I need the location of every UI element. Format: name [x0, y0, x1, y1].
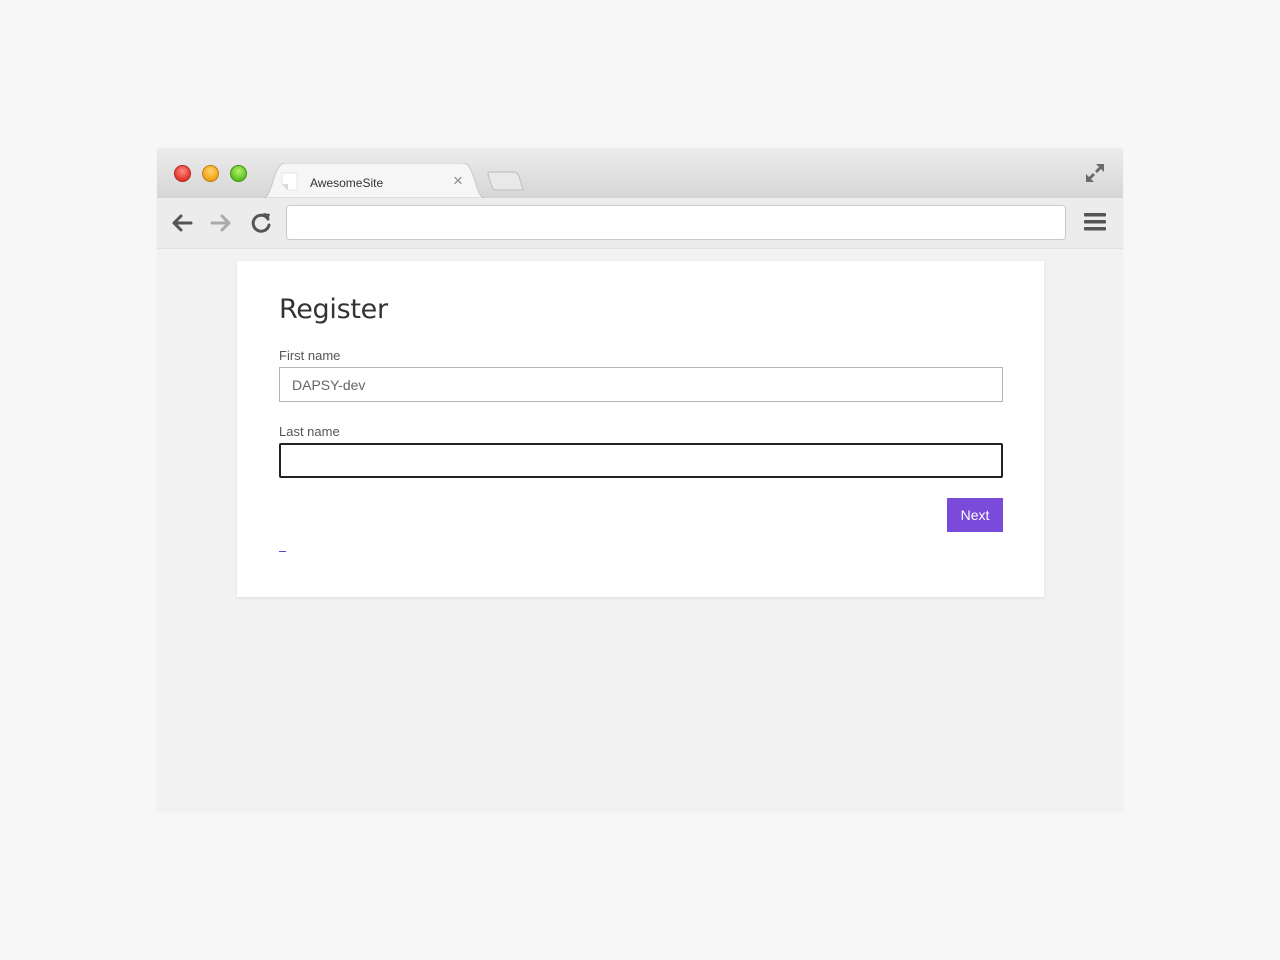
tab-close-icon[interactable]: ×: [453, 172, 463, 189]
page-title: Register: [279, 294, 388, 325]
tab-awesomesite[interactable]: AwesomeSite ×: [263, 163, 485, 198]
browser-titlebar: AwesomeSite ×: [157, 148, 1123, 198]
browser-window: AwesomeSite × Register First name DAPSY-…: [157, 148, 1123, 812]
reload-icon[interactable]: [248, 210, 274, 236]
minimize-window-button[interactable]: [202, 165, 219, 182]
tab-title: AwesomeSite: [310, 176, 384, 190]
page-favicon-icon: [281, 172, 298, 191]
fullscreen-expand-icon[interactable]: [1084, 162, 1106, 184]
forward-arrow-icon[interactable]: [208, 210, 234, 236]
close-window-button[interactable]: [174, 165, 191, 182]
last-name-field[interactable]: [279, 443, 1003, 478]
register-card: Register First name Last name Next: [237, 261, 1044, 597]
small-link[interactable]: [279, 551, 286, 552]
new-tab-button[interactable]: [487, 170, 525, 192]
back-arrow-icon[interactable]: [169, 210, 195, 236]
browser-toolbar: [157, 198, 1123, 249]
first-name-label: First name: [279, 348, 341, 363]
next-button[interactable]: Next: [947, 498, 1003, 532]
maximize-window-button[interactable]: [230, 165, 247, 182]
address-bar[interactable]: [286, 205, 1066, 240]
last-name-label: Last name: [279, 424, 340, 439]
hamburger-menu-icon[interactable]: [1084, 211, 1106, 233]
first-name-field[interactable]: [279, 367, 1003, 402]
